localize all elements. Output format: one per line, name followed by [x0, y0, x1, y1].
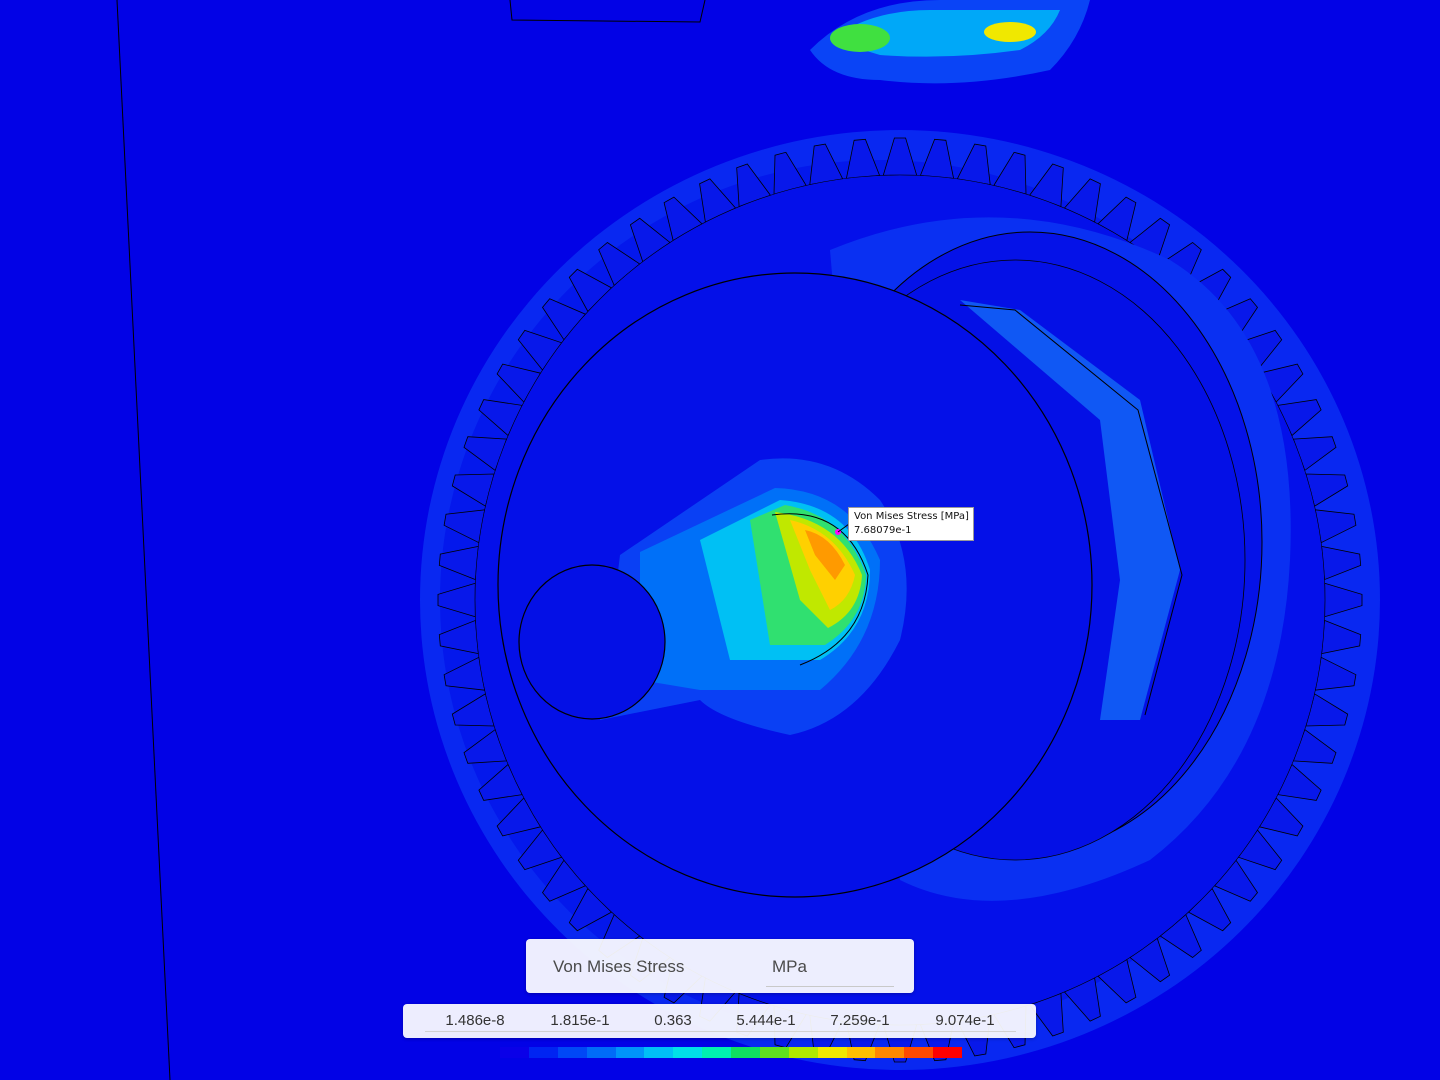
- legend-tick-max[interactable]: 9.074e-1: [935, 1012, 994, 1029]
- colorbar-swatch: [615, 1047, 645, 1058]
- stress-contour-model[interactable]: [0, 0, 1440, 1080]
- mesh-contact-peak: [830, 24, 890, 52]
- mesh-contact-peak-2: [984, 22, 1036, 42]
- legend-scale-panel[interactable]: 1.486e-8 1.815e-1 0.363 5.444e-1 7.259e-…: [403, 1004, 1036, 1038]
- legend-tick: 1.815e-1: [550, 1012, 610, 1029]
- colorbar-swatch: [846, 1047, 876, 1058]
- colorbar-swatch: [817, 1047, 847, 1058]
- colorbar-swatch: [933, 1047, 962, 1058]
- legend-quantity-label: Von Mises Stress: [553, 957, 685, 976]
- colorbar-swatch: [500, 1047, 529, 1058]
- probe-value: 7.68079e-1: [854, 525, 912, 536]
- probe-tooltip: Von Mises Stress [MPa] 7.68079e-1: [848, 507, 974, 541]
- colorbar-swatch: [875, 1047, 905, 1058]
- legend-tick-min[interactable]: 1.486e-8: [445, 1012, 504, 1029]
- shaft-end-face: [518, 564, 666, 720]
- legend-tick: 5.444e-1: [736, 1012, 796, 1029]
- colorbar-swatch: [673, 1047, 703, 1058]
- housing-top-edge: [509, 0, 706, 23]
- colorbar-swatch: [528, 1047, 558, 1058]
- colorbar-swatch: [788, 1047, 818, 1058]
- legend-tick: 7.259e-1: [830, 1012, 890, 1029]
- probe-label: Von Mises Stress [MPa]: [854, 511, 969, 522]
- legend-title-panel[interactable]: Von Mises Stress MPa: [526, 939, 914, 993]
- legend-unit-underline: [766, 986, 894, 987]
- colorbar-swatch: [731, 1047, 760, 1058]
- colorbar-swatch: [557, 1047, 587, 1058]
- legend-tick: 0.363: [654, 1012, 692, 1029]
- legend-scale-underline: [425, 1031, 1016, 1032]
- legend-colorbar: [500, 1047, 962, 1058]
- colorbar-swatch: [759, 1047, 789, 1058]
- colorbar-swatch: [644, 1047, 674, 1058]
- simulation-viewport[interactable]: [0, 0, 1440, 1080]
- colorbar-swatch: [702, 1047, 731, 1058]
- legend-unit-select[interactable]: MPa: [772, 957, 807, 977]
- housing-edge: [116, 0, 171, 1080]
- colorbar-swatch: [904, 1047, 934, 1058]
- colorbar-swatch: [586, 1047, 616, 1058]
